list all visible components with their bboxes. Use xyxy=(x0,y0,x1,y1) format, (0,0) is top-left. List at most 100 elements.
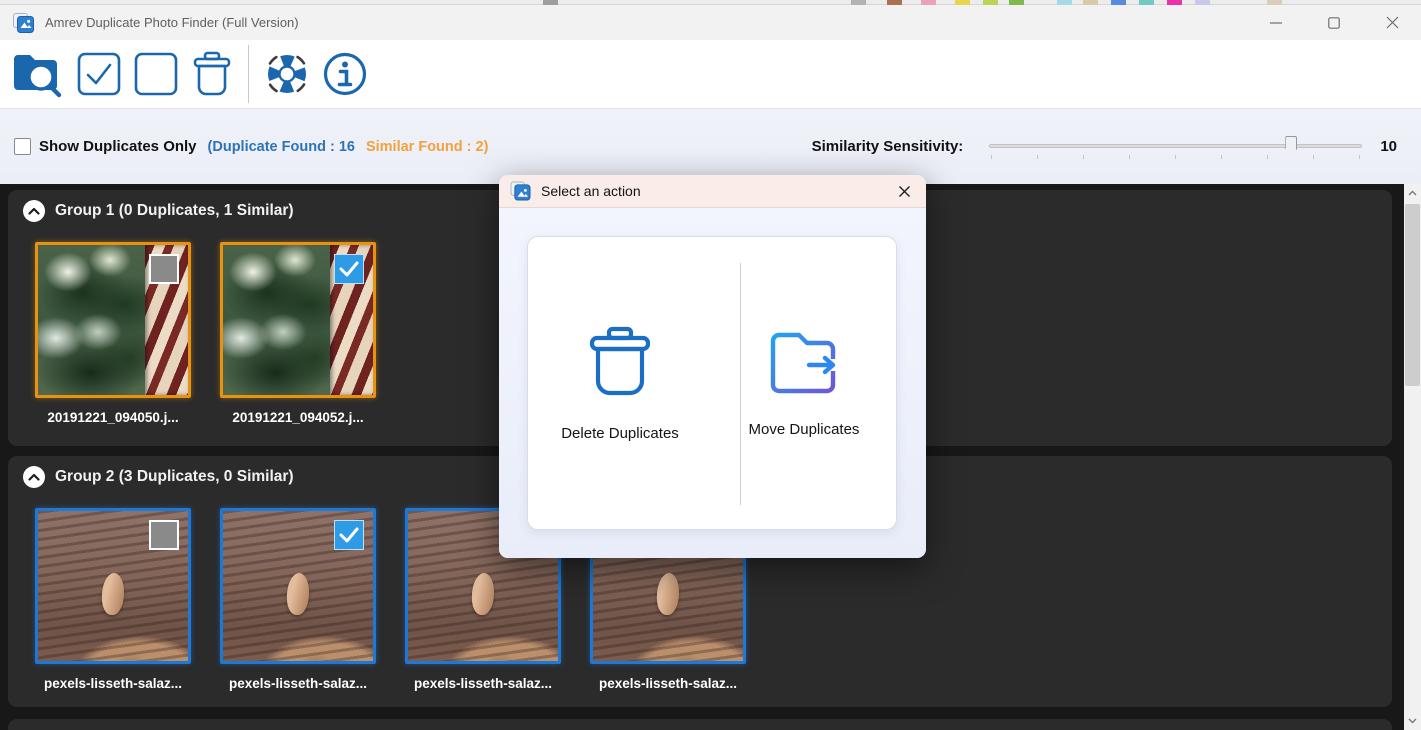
about-button[interactable] xyxy=(322,48,368,100)
photo-glyph-icon xyxy=(17,16,34,33)
check-icon xyxy=(339,527,359,543)
collapse-group-button[interactable] xyxy=(23,466,45,488)
dialog-title: Select an action xyxy=(541,183,641,199)
slider-tick xyxy=(1037,155,1038,159)
photo-thumbnail[interactable] xyxy=(35,508,191,664)
deselect-all-button[interactable] xyxy=(133,48,179,100)
delete-duplicates-label: Delete Duplicates xyxy=(561,425,679,442)
select-all-button[interactable] xyxy=(76,48,122,100)
desktop-chip xyxy=(1009,0,1024,5)
photo-thumbnail[interactable] xyxy=(220,508,376,664)
slider-tick xyxy=(991,155,992,159)
sensitivity-slider[interactable] xyxy=(989,133,1362,161)
chevron-down-icon xyxy=(1408,718,1417,724)
chevron-up-icon xyxy=(1408,190,1417,196)
photo-filename: 20191221_094052.j... xyxy=(220,410,376,425)
close-icon xyxy=(898,185,911,198)
minimize-button[interactable] xyxy=(1247,5,1305,40)
vertical-scrollbar[interactable] xyxy=(1404,184,1421,730)
photo-select-checkbox[interactable] xyxy=(149,254,179,284)
photo-item: 20191221_094050.j... xyxy=(35,242,191,425)
desktop-chip xyxy=(1111,0,1126,5)
window-title: Amrev Duplicate Photo Finder (Full Versi… xyxy=(45,15,299,30)
slider-tick xyxy=(1221,155,1222,159)
slider-tick xyxy=(1267,155,1268,159)
chevron-up-icon xyxy=(28,207,40,215)
close-button[interactable] xyxy=(1363,5,1421,40)
check-icon xyxy=(339,261,359,277)
desktop-chip xyxy=(851,0,866,5)
move-duplicates-label: Move Duplicates xyxy=(749,421,860,438)
slider-tick xyxy=(1175,155,1176,159)
photo-item: 20191221_094052.j... xyxy=(220,242,376,425)
similar-found-count: Similar Found : 2) xyxy=(366,139,488,155)
maximize-button[interactable] xyxy=(1305,5,1363,40)
desktop-chip xyxy=(1139,0,1154,5)
select-action-dialog: Select an action Delete Duplicates xyxy=(499,175,926,558)
desktop-strip xyxy=(0,0,1421,5)
chevron-up-icon xyxy=(28,473,40,481)
desktop-chip xyxy=(955,0,970,5)
trash-icon xyxy=(190,50,234,98)
show-duplicates-checkbox[interactable] xyxy=(14,138,31,155)
title-bar: Amrev Duplicate Photo Finder (Full Versi… xyxy=(0,5,1421,40)
app-icon xyxy=(511,182,532,201)
desktop-chip xyxy=(1195,0,1210,5)
toolbar-divider xyxy=(248,45,249,103)
slider-tick xyxy=(1083,155,1084,159)
sensitivity-label: Similarity Sensitivity: xyxy=(812,138,964,155)
dialog-header: Select an action xyxy=(499,175,926,208)
slider-track[interactable] xyxy=(989,144,1362,148)
delete-duplicates-option[interactable]: Delete Duplicates xyxy=(528,237,712,529)
filter-bar: Show Duplicates Only (Duplicate Found : … xyxy=(0,109,1421,184)
desktop-chip xyxy=(983,0,998,5)
photo-filename: 20191221_094050.j... xyxy=(35,410,191,425)
desktop-chip xyxy=(921,0,936,5)
collapse-group-button[interactable] xyxy=(23,200,45,222)
scroll-down-button[interactable] xyxy=(1404,712,1421,730)
photo-filename: pexels-lisseth-salaz... xyxy=(405,676,561,691)
photo-select-checkbox[interactable] xyxy=(334,520,364,550)
group-title: Group 1 (0 Duplicates, 1 Similar) xyxy=(55,202,294,220)
photo-filename: pexels-lisseth-salaz... xyxy=(35,676,191,691)
desktop-chip xyxy=(543,0,558,5)
slider-tick xyxy=(1359,155,1360,159)
desktop-chip xyxy=(1057,0,1072,5)
photo-thumbnail[interactable] xyxy=(220,242,376,398)
scroll-up-button[interactable] xyxy=(1404,184,1421,202)
info-icon xyxy=(322,51,368,97)
slider-tick xyxy=(1129,155,1130,159)
sensitivity-value: 10 xyxy=(1380,138,1397,155)
photo-glyph-icon xyxy=(514,184,530,200)
photo-select-checkbox[interactable] xyxy=(334,254,364,284)
photo-filename: pexels-lisseth-salaz... xyxy=(590,676,746,691)
folder-move-icon xyxy=(765,329,843,395)
dialog-close-button[interactable] xyxy=(891,178,917,204)
window-controls xyxy=(1247,5,1421,40)
photo-item: pexels-lisseth-salaz... xyxy=(35,508,191,691)
photo-select-checkbox[interactable] xyxy=(149,520,179,550)
photo-item: pexels-lisseth-salaz... xyxy=(220,508,376,691)
desktop-chip xyxy=(1083,0,1098,5)
trash-icon xyxy=(587,325,653,399)
photo-thumbnail[interactable] xyxy=(35,242,191,398)
dialog-body: Delete Duplicates Move Duplicates xyxy=(499,208,926,558)
scan-folder-button[interactable] xyxy=(11,48,65,100)
checkbox-checked-icon xyxy=(76,51,122,97)
group-card-3-partial xyxy=(8,719,1392,730)
checkbox-empty-icon xyxy=(133,51,179,97)
duplicate-found-count: (Duplicate Found : 16 xyxy=(208,139,355,155)
folder-search-icon xyxy=(11,50,65,98)
action-card: Delete Duplicates Move Duplicates xyxy=(527,236,897,530)
slider-thumb[interactable] xyxy=(1285,136,1297,157)
app-icon xyxy=(13,13,35,33)
desktop-chip xyxy=(1167,0,1182,5)
scrollbar-thumb[interactable] xyxy=(1405,204,1420,386)
lifebuoy-icon xyxy=(263,50,311,98)
delete-button[interactable] xyxy=(190,48,234,100)
action-divider xyxy=(740,263,741,505)
group-title: Group 2 (3 Duplicates, 0 Similar) xyxy=(55,468,294,486)
desktop-chip xyxy=(887,0,902,5)
help-button[interactable] xyxy=(263,48,311,100)
photo-filename: pexels-lisseth-salaz... xyxy=(220,676,376,691)
